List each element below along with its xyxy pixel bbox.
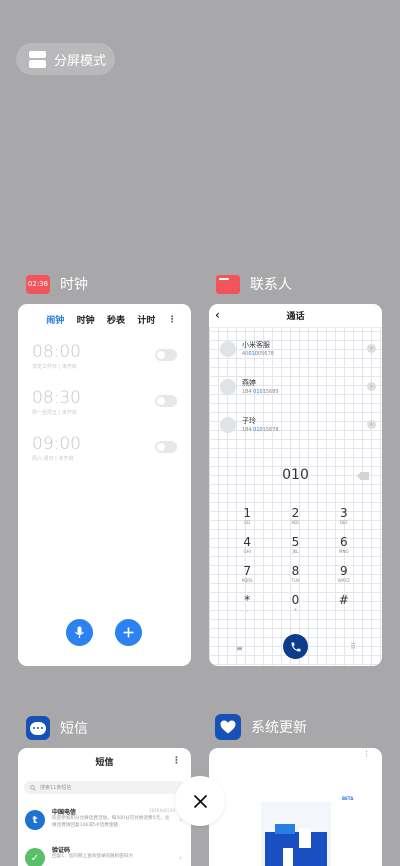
dial-key-7[interactable]: 7 PQRS <box>223 565 271 583</box>
clock-tab-bar: 闹钟 时钟 秒表 计时 ⋮ <box>18 304 191 327</box>
dial-key-6[interactable]: 6 MNO <box>320 536 368 554</box>
dial-key-star[interactable]: *, <box>223 594 271 612</box>
miui-logo-icon <box>261 802 331 866</box>
clock-app-name: 时钟 <box>60 277 88 293</box>
dialer-header: ‹ 通话 <box>209 304 382 328</box>
avatar <box>220 341 236 357</box>
dialed-number: 010 <box>282 467 309 483</box>
contacts-app-card[interactable]: ‹ 通话 小米客服 4001005678 › 燕婷 184 01015689 ›… <box>209 304 382 666</box>
chevron-right-icon[interactable]: › <box>367 344 376 353</box>
close-all-button[interactable] <box>175 776 225 826</box>
close-icon <box>193 794 207 808</box>
tab-timer[interactable]: 计时 <box>137 313 155 326</box>
message-time: 2019年8月30 <box>149 808 175 813</box>
sms-app-icon <box>26 716 50 740</box>
avatar <box>220 417 236 433</box>
heart-icon <box>215 714 241 740</box>
dial-key-1[interactable]: 1 GD <box>223 507 271 525</box>
sms-title: 短信 <box>95 757 114 768</box>
alarm-item[interactable]: 08:30 周一至周五 | 未开启 <box>32 388 177 416</box>
contact-number: 184 01015689 <box>242 389 279 395</box>
chevron-right-icon[interactable]: › <box>367 420 376 429</box>
contacts-app-icon <box>216 274 240 294</box>
contact-row[interactable]: 燕婷 184 01015689 › <box>220 376 376 398</box>
contact-number: 184 01015678 <box>242 427 279 433</box>
search-icon <box>30 784 36 791</box>
more-icon[interactable]: ⋮ <box>172 756 181 766</box>
more-icon[interactable]: ⋮ <box>168 315 177 325</box>
tab-stopwatch[interactable]: 秒表 <box>107 313 125 326</box>
clock-app-header[interactable]: 02:36 时钟 <box>26 274 88 294</box>
tab-alarm[interactable]: 闹钟 <box>46 313 64 326</box>
microphone-icon <box>75 626 84 638</box>
update-app-name: 系统更新 <box>251 720 307 736</box>
verification-avatar: ✓ <box>25 848 45 866</box>
search-placeholder: 搜索11条短信 <box>40 785 72 791</box>
dial-key-hash[interactable]: # <box>320 594 368 612</box>
plus-icon <box>123 627 134 638</box>
contacts-app-name: 联系人 <box>250 277 292 293</box>
contact-number: 4001005678 <box>242 351 274 357</box>
alarm-toggle[interactable] <box>155 349 177 361</box>
contacts-app-header[interactable]: 联系人 <box>216 274 292 294</box>
split-screen-label: 分屏模式 <box>54 53 107 69</box>
clock-app-icon: 02:36 <box>26 274 50 294</box>
dialer-title: 通话 <box>286 312 305 322</box>
update-app-header[interactable]: 系统更新 <box>215 714 307 740</box>
contact-row[interactable]: 子玲 184 01015678 › <box>220 414 376 436</box>
message-preview: 回复1：您的网上查询登录的随机密码为 <box>52 854 134 859</box>
dialer-bottom-bar: ≡ ⠿ <box>209 634 382 662</box>
dial-key-2[interactable]: 2 ABC <box>271 507 319 525</box>
china-telecom-avatar: t <box>25 810 45 830</box>
message-item[interactable]: t 中国电信 2019年8月30 欢迎参加积分兑换话费活动，每500分可兑换话费… <box>25 806 185 836</box>
sms-app-header[interactable]: 短信 <box>26 716 88 740</box>
split-screen-button[interactable]: 分屏模式 <box>16 43 115 75</box>
phone-icon <box>291 642 300 651</box>
tab-clock[interactable]: 时钟 <box>77 313 95 326</box>
update-app-card[interactable]: ⋮ BETA <box>209 748 382 866</box>
keypad-icon[interactable]: ⠿ <box>350 642 356 651</box>
alarm-item[interactable]: 09:00 周六 周日 | 未开启 <box>32 434 177 462</box>
dial-key-3[interactable]: 3 DEF <box>320 507 368 525</box>
chevron-right-icon[interactable]: › <box>367 382 376 391</box>
more-icon[interactable]: ⋮ <box>363 751 370 758</box>
dial-key-8[interactable]: 8 TUV <box>271 565 319 583</box>
contact-name: 燕婷 <box>242 379 256 387</box>
sms-header: 短信 ⋮ <box>18 748 191 774</box>
alarm-toggle[interactable] <box>155 395 177 407</box>
beta-label: BETA <box>342 796 354 801</box>
dial-key-9[interactable]: 9 WXYZ <box>320 565 368 583</box>
clock-app-card[interactable]: 闹钟 时钟 秒表 计时 ⋮ 08:00 法定工作日 | 未开启 08:30 周一… <box>18 304 191 666</box>
sms-app-name: 短信 <box>60 721 88 737</box>
alarm-desc: 周一至周五 | 未开启 <box>32 410 77 416</box>
dial-key-0[interactable]: 0 + <box>271 594 319 612</box>
message-preview: 欢迎参加积分兑换话费活动，每500分可兑换话费5元，兑换话费请回复106或5#话… <box>52 816 170 828</box>
menu-icon[interactable]: ≡ <box>236 644 243 653</box>
alarm-toggle[interactable] <box>155 441 177 453</box>
split-screen-icon <box>29 50 46 68</box>
message-item[interactable]: ✓ 验证码 回复1：您的网上查询登录的随机密码为 › <box>25 844 185 866</box>
dial-keypad: 1 GD 2 ABC 3 DEF 4 GHI 5 JKL 6 MNO 7 PQRS 8 TUV … <box>223 507 368 612</box>
dial-key-5[interactable]: 5 JKL <box>271 536 319 554</box>
sms-search-bar[interactable]: 搜索11条短信 <box>24 781 185 794</box>
alarm-desc: 法定工作日 | 未开启 <box>32 364 77 370</box>
chevron-right-icon: › <box>179 854 182 862</box>
contact-name: 小米客服 <box>242 341 270 349</box>
alarm-item[interactable]: 08:00 法定工作日 | 未开启 <box>32 342 177 370</box>
sms-app-card[interactable]: 短信 ⋮ 搜索11条短信 t 中国电信 2019年8月30 欢迎参加积分兑换话费… <box>18 748 191 866</box>
alarm-desc: 周六 周日 | 未开启 <box>32 456 74 462</box>
avatar <box>220 379 236 395</box>
call-button[interactable] <box>283 634 308 659</box>
back-chevron-icon[interactable]: ‹ <box>215 308 220 322</box>
contact-row[interactable]: 小米客服 4001005678 › <box>220 338 376 360</box>
dial-key-4[interactable]: 4 GHI <box>223 536 271 554</box>
add-alarm-button[interactable] <box>115 619 142 646</box>
voice-alarm-button[interactable] <box>66 619 93 646</box>
contact-name: 子玲 <box>242 417 256 425</box>
